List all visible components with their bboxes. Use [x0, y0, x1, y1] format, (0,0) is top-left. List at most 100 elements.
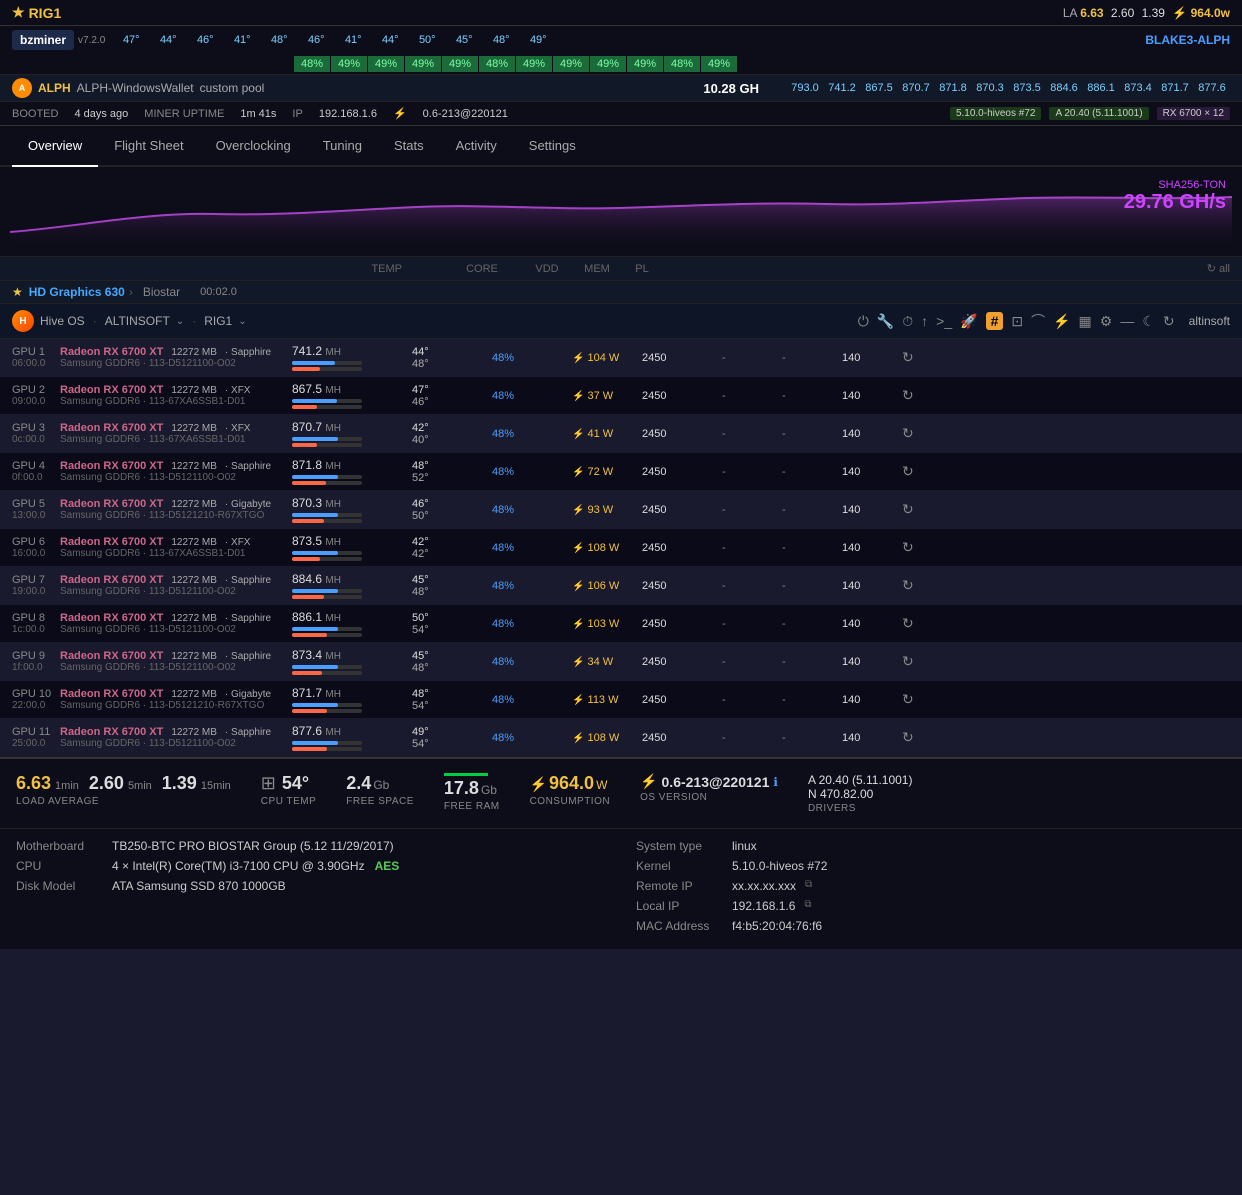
tune-icon[interactable]: ⚡ [1053, 313, 1070, 330]
gpu-pl: 140 [842, 656, 860, 668]
gpu-model: Radeon RX 6700 XT [60, 384, 163, 396]
gpu-temp: 42° [412, 536, 492, 548]
tab-activity[interactable]: Activity [440, 126, 513, 165]
gpu-refresh-icon[interactable]: ↻ [902, 387, 914, 403]
gpu-refresh-col[interactable]: ↻ [902, 729, 942, 746]
gpu-hash: 871.7 MH [292, 686, 412, 700]
gpu-id: GPU 4 [12, 460, 52, 472]
gpu-refresh-col[interactable]: ↻ [902, 653, 942, 670]
gpu-memclock-col: - [782, 618, 842, 630]
gpu-bars [292, 437, 412, 447]
terminal-icon[interactable]: >_ [936, 313, 952, 329]
gpu-core: 2450 [642, 656, 666, 668]
gpu-refresh-col[interactable]: ↻ [902, 349, 942, 366]
tab-settings[interactable]: Settings [513, 126, 592, 165]
minus-icon[interactable]: — [1120, 313, 1134, 329]
gpu-vdd: - [722, 428, 726, 440]
gpu-refresh-icon[interactable]: ↻ [902, 615, 914, 631]
cpu-temp-group: ⊞ 54° CPU TEMP [261, 773, 317, 807]
gpu-mem: 12272 MB [171, 537, 217, 548]
gpu-icon[interactable]: ▦ [1079, 313, 1092, 330]
gpu-info: GPU 11 Radeon RX 6700 XT 12272 MB · Sapp… [12, 726, 292, 749]
clock-icon[interactable]: ⏱ [902, 313, 913, 330]
antenna-icon[interactable]: ⌒ [1031, 311, 1045, 331]
gpu-fan: 48% [492, 618, 514, 630]
gpu-refresh-icon[interactable]: ↻ [902, 463, 914, 479]
gpu-core-col: 2450 [642, 542, 722, 554]
gpu-refresh-col[interactable]: ↻ [902, 463, 942, 480]
gpu-core-col: 2450 [642, 428, 722, 440]
gpu-vdd-col: - [722, 580, 782, 592]
gpu-temp-col: 42° 40° [412, 422, 492, 446]
gpu-core-col: 2450 [642, 390, 722, 402]
gpu-fan: 48% [492, 542, 514, 554]
gpu-info: GPU 1 Radeon RX 6700 XT 12272 MB · Sapph… [12, 346, 292, 369]
gpu-vdd: - [722, 656, 726, 668]
gpu-brand: · XFX [225, 385, 251, 396]
upload-icon[interactable]: ↑ [921, 313, 928, 329]
gpu-refresh-col[interactable]: ↻ [902, 615, 942, 632]
power-on-icon[interactable]: ⏻ [858, 313, 869, 330]
gpu-hash: 877.6 MH [292, 724, 412, 738]
gpu-refresh-col[interactable]: ↻ [902, 539, 942, 556]
sys-info-row: BOOTED 4 days ago MINER UPTIME 1m 41s IP… [0, 102, 1242, 126]
star-icon: ★ [12, 4, 25, 21]
gpu-temp-col: 49° 54° [412, 726, 492, 750]
gpu-hash-col: 877.6 MH [292, 724, 412, 751]
gpu-fan: 48% [492, 694, 514, 706]
gpu-hash-col: 871.8 MH [292, 458, 412, 485]
top-bar: ★ RIG1 LA 6.63 2.60 1.39 ⚡ 964.0w [0, 0, 1242, 26]
tag-icon[interactable]: # [986, 312, 1004, 330]
tab-overview[interactable]: Overview [12, 126, 98, 167]
gpu-memclock-col: - [782, 580, 842, 592]
gpu-memclock-col: - [782, 390, 842, 402]
gpu-refresh-icon[interactable]: ↻ [902, 501, 914, 517]
total-hash: 10.28 GH [703, 81, 759, 96]
rocket-icon[interactable]: 🚀 [960, 313, 977, 330]
lightning-icon: ⚡ [572, 657, 584, 668]
gpu-refresh-col[interactable]: ↻ [902, 691, 942, 708]
tab-stats[interactable]: Stats [378, 126, 440, 165]
wrench-icon[interactable]: 🔧 [877, 313, 894, 330]
gpu-power: 108 W [588, 732, 620, 744]
gpu-hash-col: 870.7 MH [292, 420, 412, 447]
gpu-refresh-col[interactable]: ↻ [902, 387, 942, 404]
moon-icon[interactable]: ☾ [1142, 313, 1155, 330]
local-ip-copy-icon[interactable]: ⧉ [804, 899, 811, 913]
gpu-row-9: GPU 9 Radeon RX 6700 XT 12272 MB · Sapph… [0, 643, 1242, 681]
gpu-core: 2450 [642, 694, 666, 706]
gpu-refresh-icon[interactable]: ↻ [902, 653, 914, 669]
gpu-refresh-icon[interactable]: ↻ [902, 691, 914, 707]
gpu-power-col: ⚡ 104 W [572, 352, 642, 364]
gpu-hash-col: 870.3 MH [292, 496, 412, 523]
tools-icon[interactable]: ⚙ [1100, 313, 1113, 330]
gpu-row-4: GPU 4 Radeon RX 6700 XT 12272 MB · Sapph… [0, 453, 1242, 491]
gpu-hash: 873.4 MH [292, 648, 412, 662]
remote-ip-copy-icon[interactable]: ⧉ [805, 879, 812, 893]
gpu-vdd: - [722, 466, 726, 478]
gpu-refresh-col[interactable]: ↻ [902, 577, 942, 594]
gpu-refresh-icon[interactable]: ↻ [902, 425, 914, 441]
refresh-icon[interactable]: ↻ [1163, 313, 1175, 330]
gpu-memtype: Samsung GDDR6 · 113-67XA6SSB1-D01 [60, 548, 245, 559]
gpu-refresh-icon[interactable]: ↻ [902, 577, 914, 593]
gpu-refresh-icon[interactable]: ↻ [902, 349, 914, 365]
gpu-temp: 46° [412, 498, 492, 510]
display-icon[interactable]: ⊡ [1011, 313, 1023, 330]
motherboard-row: Motherboard TB250-BTC PRO BIOSTAR Group … [16, 839, 606, 853]
gpu-refresh-icon[interactable]: ↻ [902, 539, 914, 555]
tab-flight-sheet[interactable]: Flight Sheet [98, 126, 199, 165]
gpu-refresh-col[interactable]: ↻ [902, 501, 942, 518]
gpu-brand: · Sapphire [225, 727, 271, 738]
col-headers-row: TEMP CORE VDD MEM PL ↻ all [0, 257, 1242, 281]
gpu-power: 37 W [588, 390, 614, 402]
gpu-refresh-col[interactable]: ↻ [902, 425, 942, 442]
tab-tuning[interactable]: Tuning [307, 126, 378, 165]
gpu-core: 2450 [642, 580, 666, 592]
gpu-pl-col: 140 [842, 542, 902, 554]
tab-overclocking[interactable]: Overclocking [200, 126, 307, 165]
gpu-temp2: 40° [412, 434, 492, 446]
gpu-refresh-icon[interactable]: ↻ [902, 729, 914, 745]
gpu-memclock: - [782, 466, 786, 478]
gpu-temp2: 46° [412, 396, 492, 408]
